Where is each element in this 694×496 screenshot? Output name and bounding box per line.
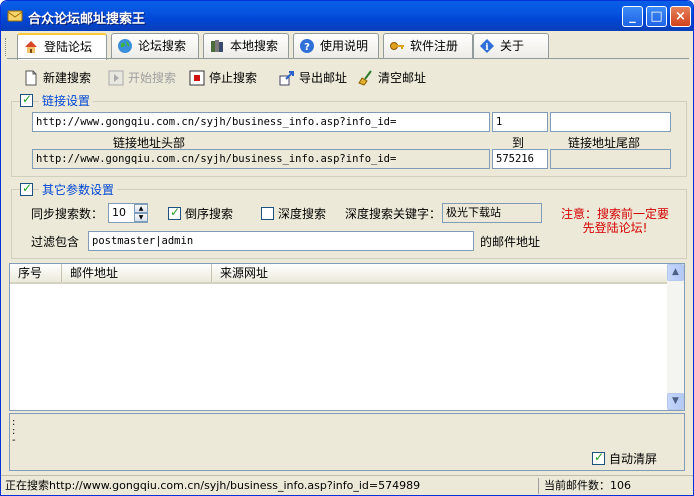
searching-status: 正在搜索http://www.gongqiu.com.cn/syjh/busin…	[5, 479, 421, 492]
tab-forum-search[interactable]: 论坛搜索	[111, 33, 199, 59]
tab-register[interactable]: 软件注册	[383, 33, 473, 59]
spin-up-icon[interactable]: ▲	[134, 204, 148, 213]
help-icon: ?	[300, 39, 314, 53]
books-icon	[211, 40, 223, 52]
log-area[interactable]: : : - 自动清屏	[9, 413, 685, 471]
column-header-email[interactable]: 邮件地址	[62, 264, 212, 282]
email-count-status: 当前邮件数：106	[544, 479, 631, 492]
globe-icon	[118, 39, 132, 53]
other-settings-title: 其它参数设置	[39, 181, 118, 198]
new-search-button[interactable]: 新建搜索	[23, 69, 91, 89]
window-title: 合众论坛邮址搜索王	[28, 12, 146, 27]
auto-clear-checkbox[interactable]	[592, 450, 605, 465]
other-settings-checkbox[interactable]	[20, 181, 33, 196]
info-icon: i	[480, 39, 494, 53]
title-bar[interactable]: 合众论坛邮址搜索王 _ □ ×	[1, 1, 693, 31]
tab-panel-border	[7, 58, 689, 59]
start-search-button[interactable]: 开始搜索	[108, 69, 176, 89]
current-url-head-field: http://www.gongqiu.com.cn/syjh/business_…	[32, 149, 490, 169]
scroll-up-icon[interactable]: ▲	[667, 264, 684, 281]
close-button[interactable]: ×	[670, 6, 691, 27]
tab-label: 登陆论坛	[44, 40, 93, 54]
tab-label: 论坛搜索	[138, 39, 187, 53]
url-tail-input[interactable]	[550, 112, 671, 132]
deep-search-checkbox[interactable]	[261, 207, 274, 220]
tab-local-search[interactable]: 本地搜索	[203, 33, 289, 59]
link-settings-title: 链接设置	[39, 92, 94, 109]
link-settings-checkbox[interactable]	[20, 92, 33, 107]
play-icon	[108, 70, 124, 86]
reverse-search-checkbox[interactable]	[168, 205, 181, 220]
stop-search-button[interactable]: 停止搜索	[189, 69, 257, 89]
deep-keyword-label: 深度搜索关键字：	[345, 207, 442, 221]
svg-text:i: i	[485, 43, 489, 53]
broom-icon	[358, 70, 372, 86]
current-url-tail-field	[550, 149, 671, 169]
url-head-input[interactable]: http://www.gongqiu.com.cn/syjh/business_…	[32, 112, 490, 132]
column-header-source[interactable]: 来源网址	[212, 264, 668, 282]
sync-count-label: 同步搜索数：	[31, 207, 104, 221]
key-icon	[390, 42, 404, 50]
sync-count-spinner[interactable]: ▲ ▼	[134, 204, 148, 222]
table-header: 序号 邮件地址 来源网址	[10, 264, 668, 284]
start-number-input[interactable]: 1	[492, 112, 548, 132]
deep-search-label: 深度搜索	[278, 207, 327, 221]
tab-label: 使用说明	[320, 39, 369, 53]
tab-instructions[interactable]: ? 使用说明	[293, 33, 379, 59]
tab-bar: 登陆论坛 论坛搜索 本地搜索 ? 使用说明 软件注册 i 关于	[7, 33, 689, 60]
filter-label: 过滤包含	[31, 235, 80, 249]
tab-label: 软件注册	[410, 39, 459, 53]
tab-label: 本地搜索	[230, 39, 279, 53]
app-window: 合众论坛邮址搜索王 _ □ × 登陆论坛 论坛搜索 本地搜索 ? 使用说明 软件…	[0, 0, 694, 496]
spin-down-icon[interactable]: ▼	[134, 213, 148, 222]
status-divider	[538, 478, 539, 494]
toolbar: 新建搜索 开始搜索 停止搜索 导出邮址 清空邮址	[7, 63, 689, 93]
tab-login-forum[interactable]: 登陆论坛	[17, 33, 107, 60]
svg-text:?: ?	[304, 42, 310, 53]
tab-label: 关于	[500, 39, 525, 53]
log-lines: : : -	[12, 417, 16, 446]
maximize-button[interactable]: □	[646, 6, 667, 27]
status-bar: 正在搜索http://www.gongqiu.com.cn/syjh/busin…	[1, 475, 693, 495]
minimize-button[interactable]: _	[622, 6, 643, 27]
auto-clear-label: 自动清屏	[609, 452, 658, 466]
house-icon	[25, 41, 37, 53]
tab-about[interactable]: i 关于	[473, 33, 549, 59]
filter-input[interactable]: postmaster|admin	[88, 231, 474, 251]
end-number-input[interactable]: 575216	[492, 149, 548, 169]
login-notice: 注意：搜索前一定要 先登陆论坛!	[560, 207, 669, 235]
column-header-index[interactable]: 序号	[10, 264, 62, 282]
export-email-button[interactable]: 导出邮址	[279, 69, 347, 89]
reverse-search-label: 倒序搜索	[185, 207, 234, 221]
deep-keyword-input[interactable]: 极光下载站	[442, 203, 542, 223]
app-icon	[7, 10, 23, 22]
scroll-down-icon[interactable]: ▼	[667, 393, 684, 410]
filter-suffix-label: 的邮件地址	[480, 235, 541, 249]
results-table[interactable]: 序号 邮件地址 来源网址 ▲ ▼	[9, 263, 685, 411]
clear-email-button[interactable]: 清空邮址	[358, 69, 426, 89]
table-vertical-scrollbar[interactable]: ▲ ▼	[667, 264, 684, 410]
new-document-icon	[25, 70, 37, 86]
stop-icon	[189, 70, 205, 86]
export-icon	[279, 71, 294, 86]
